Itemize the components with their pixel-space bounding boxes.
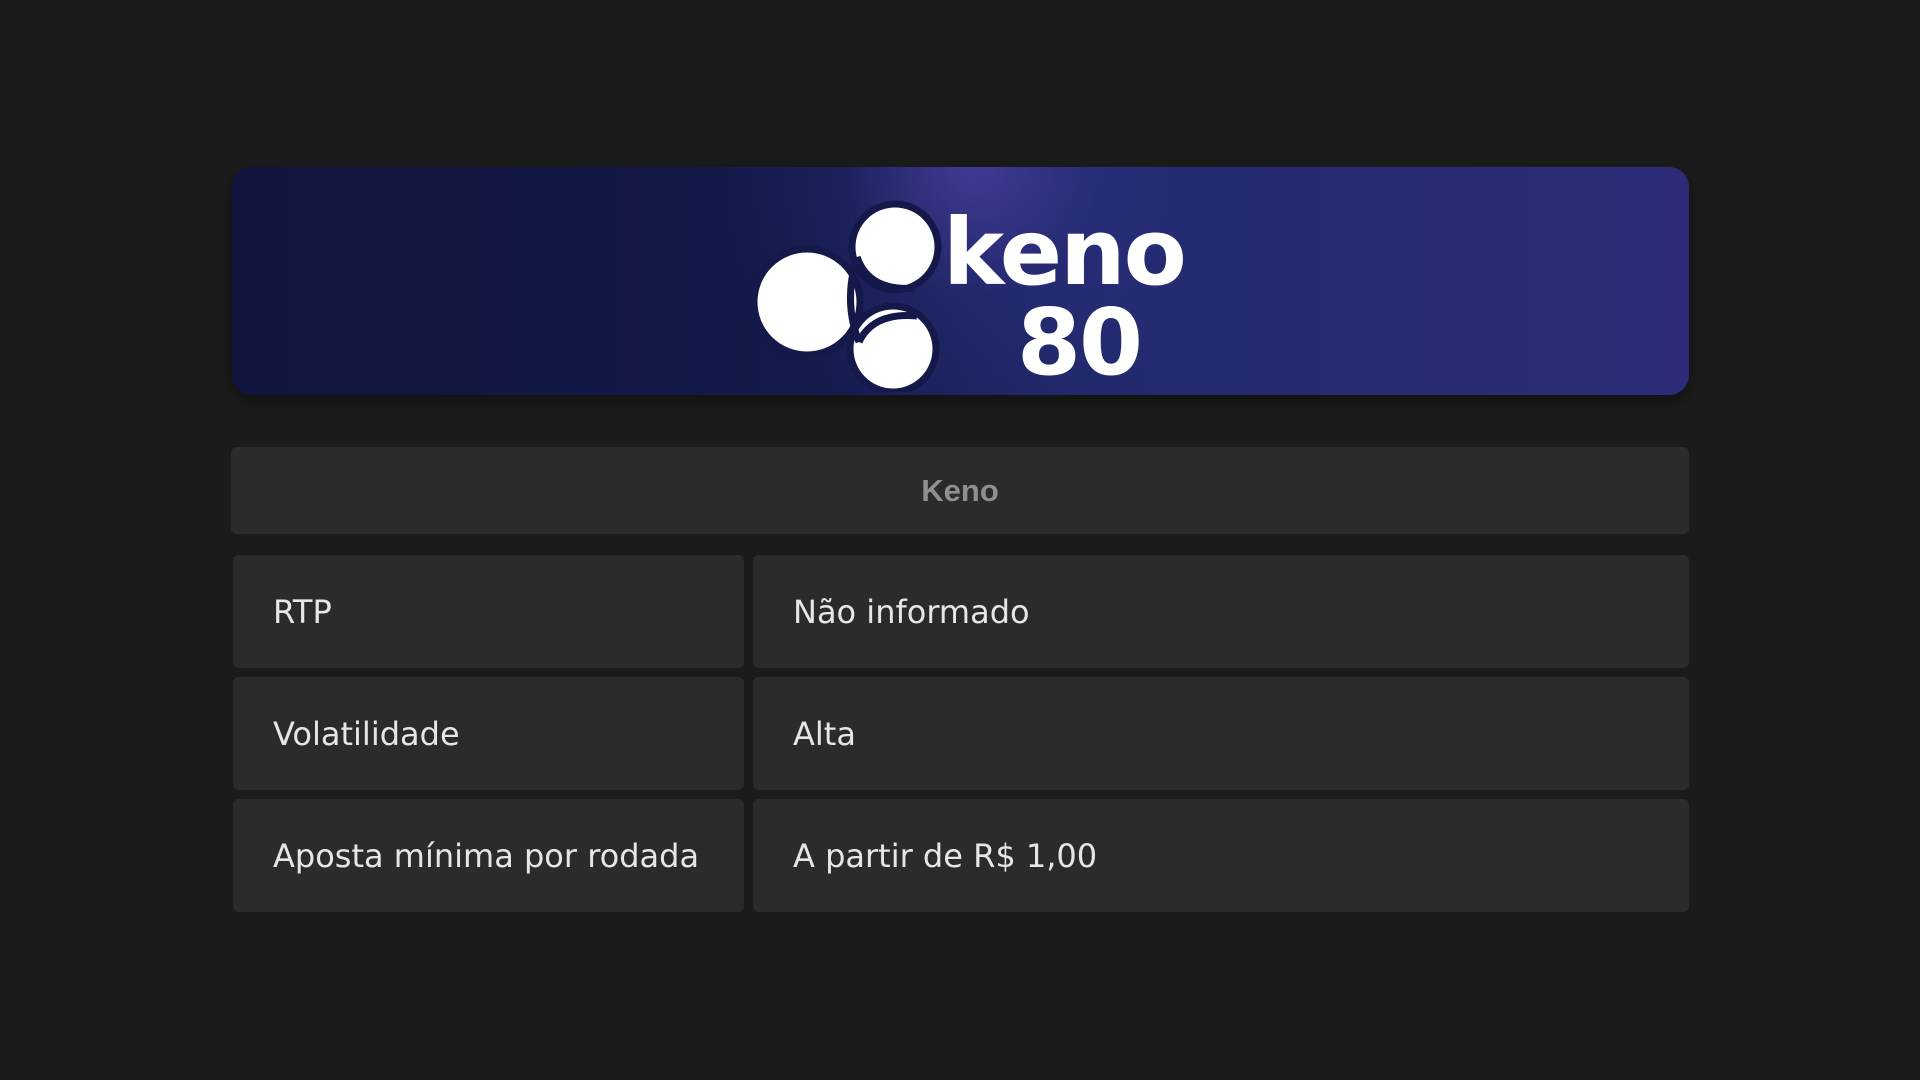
info-label: Aposta mínima por rodada (233, 799, 744, 912)
info-row-volatility: Volatilidade Alta (233, 677, 1689, 790)
game-info-table: RTP Não informado Volatilidade Alta Apos… (233, 555, 1689, 921)
logo-number: 80 (1017, 289, 1141, 392)
keno-rings-logo-icon (750, 200, 942, 392)
info-label: RTP (233, 555, 744, 668)
info-value: Não informado (753, 555, 1689, 668)
info-label: Volatilidade (233, 677, 744, 790)
keno-80-logo: keno 80 (750, 199, 1187, 392)
info-value: Alta (753, 677, 1689, 790)
game-title-bar: Keno (231, 447, 1689, 534)
game-banner[interactable]: keno 80 (232, 167, 1689, 395)
game-info-page: keno 80 Keno RTP Não informado Volatilid… (0, 0, 1920, 1080)
info-row-rtp: RTP Não informado (233, 555, 1689, 668)
info-value: A partir de R$ 1,00 (753, 799, 1689, 912)
info-row-min-bet: Aposta mínima por rodada A partir de R$ … (233, 799, 1689, 912)
game-title: Keno (921, 472, 999, 508)
